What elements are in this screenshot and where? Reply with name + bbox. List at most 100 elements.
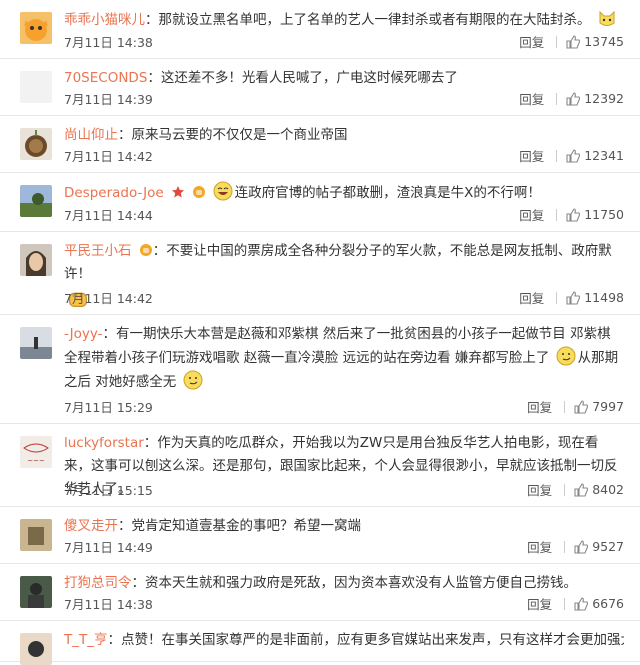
avatar[interactable] bbox=[20, 327, 52, 359]
thumbs-up-icon[interactable] bbox=[565, 91, 581, 107]
username[interactable]: 打狗总司令 bbox=[64, 575, 132, 591]
comment-item: 平民王小石 ：不要让中国的票房成全各种分裂分子的军火款，不能总是网友抵制、政府默… bbox=[0, 232, 640, 315]
timestamp: 7月11日 15:29 bbox=[64, 400, 153, 415]
avatar[interactable] bbox=[20, 185, 52, 217]
star-badge-icon bbox=[171, 186, 184, 198]
smirk-emoji-icon bbox=[183, 370, 203, 390]
comment-text: 乖乖小猫咪儿：那就设立黑名单吧，上了名单的艺人一律封杀或者有期限的在大陆封杀。 bbox=[64, 8, 624, 32]
comment-meta: 7月11日 14:44 回复 11750 bbox=[64, 205, 624, 225]
like-count: 13745 bbox=[584, 34, 624, 49]
comment-item: -Joyy-：有一期快乐大本营是赵薇和邓紫棋 然后来了一批贫困县的小孩子一起做节… bbox=[0, 315, 640, 424]
divider bbox=[556, 149, 558, 162]
comment-actions: 回复 11498 bbox=[519, 288, 624, 307]
reply-button[interactable]: 回复 bbox=[527, 594, 552, 613]
like-count: 6676 bbox=[592, 596, 624, 611]
thumbs-up-icon[interactable] bbox=[573, 596, 589, 612]
timestamp: 7月11日 15:15 bbox=[64, 483, 153, 498]
fist-badge-icon bbox=[139, 244, 152, 256]
avatar[interactable]: ~~~ bbox=[20, 436, 52, 468]
thumbs-up-icon[interactable] bbox=[573, 482, 589, 498]
thumbs-up-icon[interactable] bbox=[565, 148, 581, 164]
thumbs-up-icon[interactable] bbox=[565, 207, 581, 223]
reply-button[interactable]: 回复 bbox=[527, 537, 552, 556]
timestamp: 7月11日 14:38 bbox=[64, 35, 153, 50]
timestamp: 7月11日 14:44 bbox=[64, 208, 153, 223]
cat-emoji-icon bbox=[599, 10, 615, 26]
comment-actions: 回复 9527 bbox=[527, 537, 624, 556]
comment-meta: 7月11日 14:42 回复 11498 bbox=[64, 288, 624, 308]
comment-text: Desperado-Joe 连政府官博的帖子都敢删，渣浪真是牛X的不行啊！ bbox=[64, 181, 624, 205]
username[interactable]: 乖乖小猫咪儿 bbox=[64, 12, 145, 28]
comment-item: 打狗总司令：资本天生就和强力政府是死敌，因为资本喜欢没有人监管方便自己捞钱。 7… bbox=[0, 564, 640, 621]
thumbs-up-icon[interactable] bbox=[565, 290, 581, 306]
comment-text: 70SECONDS：这还差不多！光看人民喊了，广电这时候死哪去了 bbox=[64, 70, 458, 86]
thumbs-up-icon[interactable] bbox=[573, 399, 589, 415]
comment-meta: 7月11日 14:38 回复 13745 bbox=[64, 32, 624, 52]
divider bbox=[556, 291, 558, 304]
username[interactable]: 平民王小石 bbox=[64, 243, 132, 259]
thumbs-up-icon[interactable] bbox=[573, 539, 589, 555]
username[interactable]: 傻叉走开 bbox=[64, 518, 118, 534]
smirk-emoji-icon bbox=[556, 346, 576, 366]
reply-button[interactable]: 回复 bbox=[519, 89, 544, 108]
reply-button[interactable]: 回复 bbox=[519, 288, 544, 307]
comment-text: 打狗总司令：资本天生就和强力政府是死敌，因为资本喜欢没有人监管方便自己捞钱。 bbox=[64, 575, 577, 591]
comment-list: 乖乖小猫咪儿：那就设立黑名单吧，上了名单的艺人一律封杀或者有期限的在大陆封杀。 … bbox=[0, 0, 640, 665]
username[interactable]: luckyforstar bbox=[64, 435, 144, 451]
reply-button[interactable]: 回复 bbox=[519, 32, 544, 51]
username[interactable]: Desperado-Joe bbox=[64, 185, 164, 201]
avatar[interactable] bbox=[20, 519, 52, 551]
comment-text: T_T_亨：点赞！在事关国家尊严的是非面前，应有更多官媒站出来发声，只有这样才会… bbox=[64, 632, 624, 648]
comment-text: 傻叉走开：党肯定知道壹基金的事吧？希望一窝端 bbox=[64, 518, 361, 534]
username[interactable]: T_T_亨 bbox=[64, 632, 108, 648]
comment-actions: 回复 7997 bbox=[527, 397, 624, 416]
divider bbox=[564, 483, 566, 496]
divider bbox=[556, 35, 558, 48]
divider bbox=[564, 400, 566, 413]
divider bbox=[564, 597, 566, 610]
laughing-emoji-icon bbox=[213, 181, 233, 201]
avatar[interactable] bbox=[20, 128, 52, 160]
like-count: 8402 bbox=[592, 482, 624, 497]
comment-meta: 7月11日 14:38 回复 6676 bbox=[64, 594, 624, 614]
comment-item: Desperado-Joe 连政府官博的帖子都敢删，渣浪真是牛X的不行啊！ 7月… bbox=[0, 173, 640, 232]
comment-meta: 7月11日 15:15 回复 8402 bbox=[64, 480, 624, 500]
avatar[interactable] bbox=[20, 71, 52, 103]
comment-actions: 回复 6676 bbox=[527, 594, 624, 613]
like-count: 11750 bbox=[584, 207, 624, 222]
like-count: 7997 bbox=[592, 399, 624, 414]
comment-actions: 回复 8402 bbox=[527, 480, 624, 499]
comment-meta: 7月11日 15:29 回复 7997 bbox=[64, 397, 624, 417]
reply-button[interactable]: 回复 bbox=[519, 146, 544, 165]
timestamp: 7月11日 14:42 bbox=[64, 149, 153, 164]
avatar[interactable] bbox=[20, 633, 52, 665]
timestamp: 7月11日 14:42 bbox=[64, 291, 153, 306]
divider bbox=[556, 92, 558, 105]
comment-item: 70SECONDS：这还差不多！光看人民喊了，广电这时候死哪去了 7月11日 1… bbox=[0, 59, 640, 116]
username[interactable]: 70SECONDS bbox=[64, 70, 147, 86]
comment-item: 傻叉走开：党肯定知道壹基金的事吧？希望一窝端 7月11日 14:49 回复 95… bbox=[0, 507, 640, 564]
like-count: 12392 bbox=[584, 91, 624, 106]
divider bbox=[564, 540, 566, 553]
username[interactable]: 尚山仰止 bbox=[64, 127, 118, 143]
comment-actions: 回复 13745 bbox=[519, 32, 624, 51]
like-count: 9527 bbox=[592, 539, 624, 554]
comment-item: T_T_亨：点赞！在事关国家尊严的是非面前，应有更多官媒站出来发声，只有这样才会… bbox=[0, 621, 640, 665]
thumbs-up-icon[interactable] bbox=[565, 34, 581, 50]
like-count: 12341 bbox=[584, 148, 624, 163]
comment-meta: 7月11日 14:49 回复 9527 bbox=[64, 537, 624, 557]
comment-item: ~~~ luckyforstar：作为天真的吃瓜群众，开始我以为ZW只是用台独反… bbox=[0, 424, 640, 507]
comment-actions: 回复 12341 bbox=[519, 146, 624, 165]
like-count: 11498 bbox=[584, 290, 624, 305]
reply-button[interactable]: 回复 bbox=[519, 205, 544, 224]
reply-button[interactable]: 回复 bbox=[527, 397, 552, 416]
comment-meta: 7月11日 14:39 回复 12392 bbox=[64, 89, 624, 109]
comment-meta: 7月11日 14:42 回复 12341 bbox=[64, 146, 624, 166]
username[interactable]: -Joyy- bbox=[64, 326, 102, 342]
avatar[interactable] bbox=[20, 12, 52, 44]
comment-text: 尚山仰止：原来马云要的不仅仅是一个商业帝国 bbox=[64, 127, 348, 143]
avatar[interactable] bbox=[20, 244, 52, 276]
comment-actions: 回复 12392 bbox=[519, 89, 624, 108]
reply-button[interactable]: 回复 bbox=[527, 480, 552, 499]
avatar[interactable] bbox=[20, 576, 52, 608]
